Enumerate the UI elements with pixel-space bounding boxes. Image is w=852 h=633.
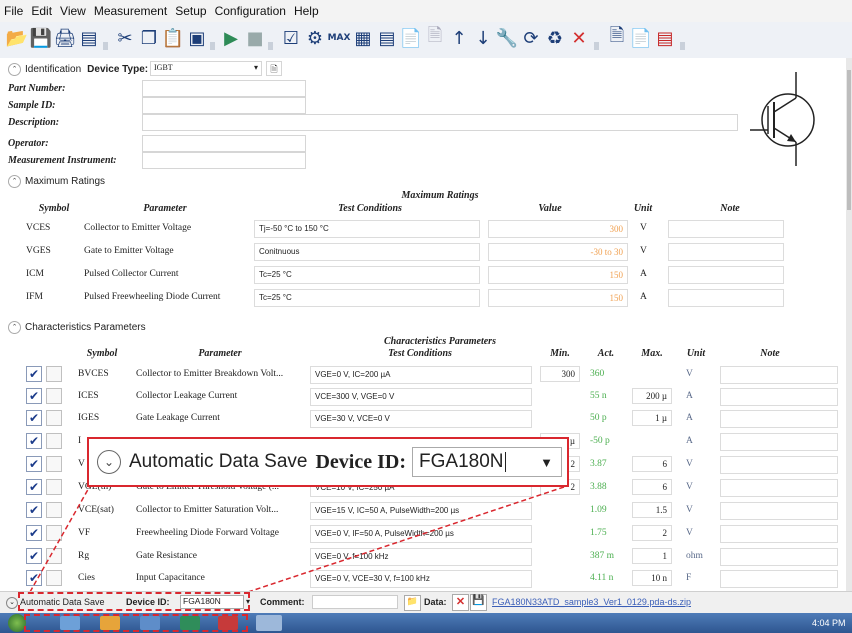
menu-measurement[interactable]: Measurement: [90, 0, 171, 18]
checkbox-tool-icon[interactable]: ☑: [280, 26, 302, 50]
copy-icon[interactable]: ❐: [138, 26, 160, 50]
arrow-down-icon[interactable]: ↓: [472, 26, 494, 50]
callout-device-id-select[interactable]: FGA180N ▼: [412, 447, 563, 477]
text-cursor: [504, 452, 506, 472]
status-bar: ⌄ Automatic Data Save Device ID: FGA180N…: [0, 591, 852, 614]
report-icon[interactable]: 📄: [400, 26, 422, 50]
document-icon[interactable]: 🗎: [424, 25, 446, 50]
save-data-icon[interactable]: 💾: [470, 594, 487, 611]
run-icon[interactable]: ▶: [220, 26, 242, 50]
callout-device-id-value: FGA180N: [419, 451, 504, 472]
expand-chevron-icon[interactable]: ⌄: [6, 597, 18, 609]
clock: 4:04 PM: [812, 618, 846, 628]
menu-help[interactable]: Help: [290, 0, 323, 18]
toolbar-separator: [594, 42, 599, 50]
dropdown-arrow-icon: ▼: [540, 454, 554, 470]
menu-view[interactable]: View: [56, 0, 90, 18]
toolbar-separator: [680, 42, 685, 50]
menu-file[interactable]: File: [0, 0, 27, 18]
menu-edit[interactable]: Edit: [27, 0, 56, 18]
settings-icon[interactable]: ⚙: [304, 26, 326, 50]
scrollbar-thumb[interactable]: [847, 70, 851, 210]
data-filename-link[interactable]: FGA180N33ATD_sample3_Ver1_0129.pda-ds.zi…: [492, 597, 691, 607]
save-icon[interactable]: 💾: [30, 26, 52, 50]
callout-auto-save-label: Automatic Data Save: [129, 451, 308, 472]
delete-data-icon[interactable]: ✕: [452, 594, 469, 611]
max-icon[interactable]: MAX: [327, 26, 351, 50]
callout-device-id-label: Device ID:: [315, 450, 407, 473]
chart-icon[interactable]: ▤: [376, 26, 398, 50]
toolbar-separator: [268, 42, 273, 50]
open-icon[interactable]: 📂: [6, 26, 28, 50]
color-icon[interactable]: ▤: [654, 26, 676, 50]
arrow-up-icon[interactable]: ↑: [448, 26, 470, 50]
wrench-icon[interactable]: 🔧: [496, 26, 518, 50]
delete-icon[interactable]: ✕: [568, 26, 590, 50]
toolbar-separator: [210, 42, 215, 50]
folder-icon[interactable]: 📁: [404, 595, 421, 611]
menu-setup[interactable]: Setup: [171, 0, 210, 18]
taskbar: 4:04 PM: [0, 613, 852, 633]
paste-icon[interactable]: 📋: [162, 26, 184, 50]
callout-connector: [29, 485, 568, 591]
highlight-box: [18, 592, 250, 611]
highlight-box: [24, 614, 248, 632]
toolbar: 📂 💾 🖨 ▤ ✂ ❐ 📋 ▣ ▶ ■ ☑ ⚙ MAX ▦ ▤ 📄 🗎 ↑ ↓ …: [0, 22, 852, 59]
page-icon[interactable]: 📄: [630, 26, 652, 50]
stop-icon[interactable]: ■: [244, 26, 266, 50]
data-label: Data:: [424, 597, 447, 607]
comment-label: Comment:: [260, 597, 305, 607]
zoom-callout: ⌄ Automatic Data Save Device ID: FGA180N…: [87, 437, 569, 487]
cut-icon[interactable]: ✂: [114, 26, 136, 50]
table-icon[interactable]: ▦: [352, 26, 374, 50]
taskbar-app-icon[interactable]: [256, 615, 282, 631]
cycle-icon[interactable]: ⟳: [520, 26, 542, 50]
display-icon[interactable]: ▣: [186, 26, 208, 50]
info-icon[interactable]: 🗎: [606, 25, 628, 50]
expand-chevron-icon[interactable]: ⌄: [97, 450, 121, 474]
recycle-icon[interactable]: ♻: [544, 26, 566, 50]
print-icon[interactable]: 🖨: [54, 26, 77, 50]
max-label: MAX: [327, 33, 351, 43]
content-area: ⌃ Identification Device Type: IGBT ▾ 🗎 P…: [0, 58, 846, 591]
toolbar-separator: [103, 42, 108, 50]
menu-configuration[interactable]: Configuration: [211, 0, 290, 18]
export-icon[interactable]: ▤: [78, 26, 100, 50]
menu-bar: File Edit View Measurement Setup Configuratio…: [0, 0, 852, 23]
comment-field[interactable]: [312, 595, 398, 609]
